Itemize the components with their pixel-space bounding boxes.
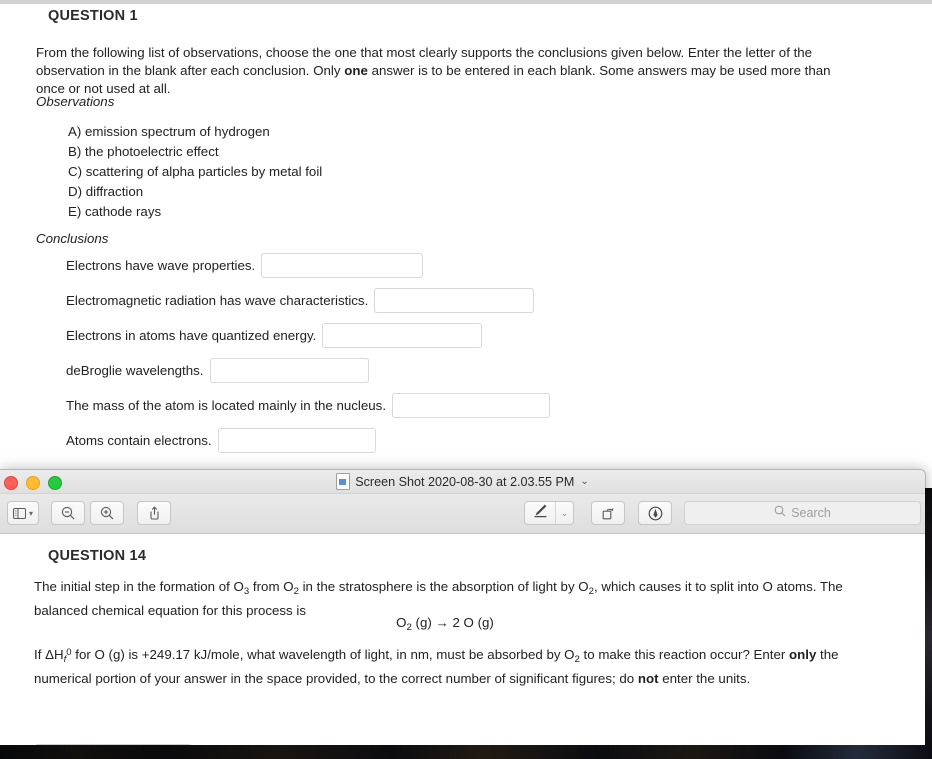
conclusion-answer-input-4[interactable] bbox=[209, 358, 369, 383]
window-title-group: Screen Shot 2020-08-30 at 2.03.55 PM ⌄ bbox=[0, 473, 925, 490]
rotate-button[interactable] bbox=[591, 501, 625, 525]
conclusion-row: Electrons have wave properties. bbox=[66, 252, 550, 279]
desktop-wallpaper-bottom bbox=[0, 745, 932, 759]
q14-prompt-a: If ΔH bbox=[34, 647, 64, 663]
conclusion-text-3: Electrons in atoms have quantized energy… bbox=[66, 328, 317, 343]
conclusion-text-4: deBroglie wavelengths. bbox=[66, 363, 204, 378]
preview-window[interactable]: Screen Shot 2020-08-30 at 2.03.55 PM ⌄ ▾ bbox=[0, 469, 926, 747]
q1-instructions-emphasis-one: one bbox=[344, 63, 368, 78]
equation-part-a: O bbox=[396, 615, 407, 630]
question-1-header: QUESTION 1 bbox=[48, 8, 138, 24]
q14-emphasis-not: not bbox=[637, 670, 659, 686]
q14-prompt-e: enter the units. bbox=[658, 670, 751, 686]
share-icon bbox=[148, 506, 161, 520]
zoom-in-icon bbox=[100, 506, 114, 520]
observation-item-c: C) scattering of alpha particles by meta… bbox=[68, 164, 323, 179]
rotate-icon bbox=[601, 506, 616, 521]
conclusion-row: Electrons in atoms have quantized energy… bbox=[66, 322, 550, 349]
conclusion-text-2: Electromagnetic radiation has wave chara… bbox=[66, 293, 369, 308]
question-14-prompt: If ΔHf0 for O (g) is +249.17 kJ/mole, wh… bbox=[34, 643, 872, 688]
q14-prompt-c: to make this reaction occur? Enter bbox=[579, 647, 790, 663]
question-1-instructions: From the following list of observations,… bbox=[36, 44, 858, 98]
zoom-out-button[interactable] bbox=[51, 501, 85, 525]
share-button[interactable] bbox=[137, 501, 171, 525]
search-placeholder: Search bbox=[791, 506, 831, 520]
conclusions-label: Conclusions bbox=[36, 231, 109, 246]
search-input[interactable]: Search bbox=[684, 501, 921, 525]
q14-intro-a: The initial step in the formation of O bbox=[34, 579, 244, 594]
desktop-wallpaper-right bbox=[925, 488, 932, 759]
zoom-in-button[interactable] bbox=[90, 501, 124, 525]
annotate-button[interactable] bbox=[638, 501, 672, 525]
window-title: Screen Shot 2020-08-30 at 2.03.55 PM bbox=[355, 474, 575, 489]
observations-label: Observations bbox=[36, 94, 115, 109]
chemical-equation: O2 (g) → 2 O (g) bbox=[0, 615, 890, 633]
conclusion-row: Electromagnetic radiation has wave chara… bbox=[66, 287, 550, 314]
observation-item-b: B) the photoelectric effect bbox=[68, 144, 219, 159]
question-14-header: QUESTION 14 bbox=[48, 548, 147, 564]
markup-toolbar-group: ⌄ bbox=[524, 501, 574, 525]
window-titlebar[interactable]: Screen Shot 2020-08-30 at 2.03.55 PM ⌄ bbox=[0, 470, 925, 494]
equation-part-b: (g) → 2 O (g) bbox=[411, 615, 494, 630]
conclusion-text-1: Electrons have wave properties. bbox=[66, 258, 256, 273]
conclusion-answer-input-1[interactable] bbox=[261, 253, 424, 278]
observation-item-e: E) cathode rays bbox=[68, 204, 162, 219]
chevron-down-icon[interactable]: ⌄ bbox=[580, 476, 588, 487]
observation-item-d: D) diffraction bbox=[68, 184, 144, 199]
q14-emphasis-only: only bbox=[789, 647, 817, 663]
sidebar-view-button[interactable]: ▾ bbox=[7, 501, 39, 525]
top-chrome-strip bbox=[0, 0, 932, 4]
conclusion-row: The mass of the atom is located mainly i… bbox=[66, 392, 551, 419]
markup-menu-button[interactable]: ⌄ bbox=[556, 502, 573, 524]
conclusion-row: Atoms contain electrons. bbox=[66, 427, 550, 454]
conclusions-list: Electrons have wave properties. Electrom… bbox=[66, 252, 551, 462]
conclusion-answer-input-5[interactable] bbox=[392, 393, 551, 418]
chevron-down-icon: ▾ bbox=[28, 508, 33, 518]
preview-document-content: QUESTION 14 The initial step in the form… bbox=[0, 534, 925, 745]
sidebar-icon bbox=[12, 507, 26, 519]
conclusion-text-6: Atoms contain electrons. bbox=[66, 433, 212, 448]
conclusion-row: deBroglie wavelengths. bbox=[66, 357, 550, 384]
observations-list: A) emission spectrum of hydrogen B) the … bbox=[68, 122, 322, 222]
conclusion-text-5: The mass of the atom is located mainly i… bbox=[66, 398, 387, 413]
zoom-out-icon bbox=[61, 506, 75, 520]
conclusion-answer-input-2[interactable] bbox=[374, 288, 535, 313]
preview-toolbar: ▾ ⌄ Search bbox=[0, 494, 925, 534]
q14-prompt-b: for O (g) is +249.17 kJ/mole, what wavel… bbox=[71, 647, 575, 663]
conclusion-answer-input-3[interactable] bbox=[322, 323, 483, 348]
marker-pen-icon bbox=[533, 503, 548, 523]
q14-intro-b: from O bbox=[249, 579, 294, 594]
document-icon bbox=[336, 473, 351, 490]
question-14-intro: The initial step in the formation of O3 … bbox=[34, 577, 872, 620]
q14-intro-c: in the stratosphere is the absorption of… bbox=[298, 579, 589, 594]
annotate-pen-circle-icon bbox=[648, 506, 663, 521]
markup-button[interactable] bbox=[525, 502, 556, 524]
conclusion-answer-input-6[interactable] bbox=[217, 428, 376, 453]
search-icon bbox=[774, 504, 786, 522]
observation-item-a: A) emission spectrum of hydrogen bbox=[68, 124, 270, 139]
